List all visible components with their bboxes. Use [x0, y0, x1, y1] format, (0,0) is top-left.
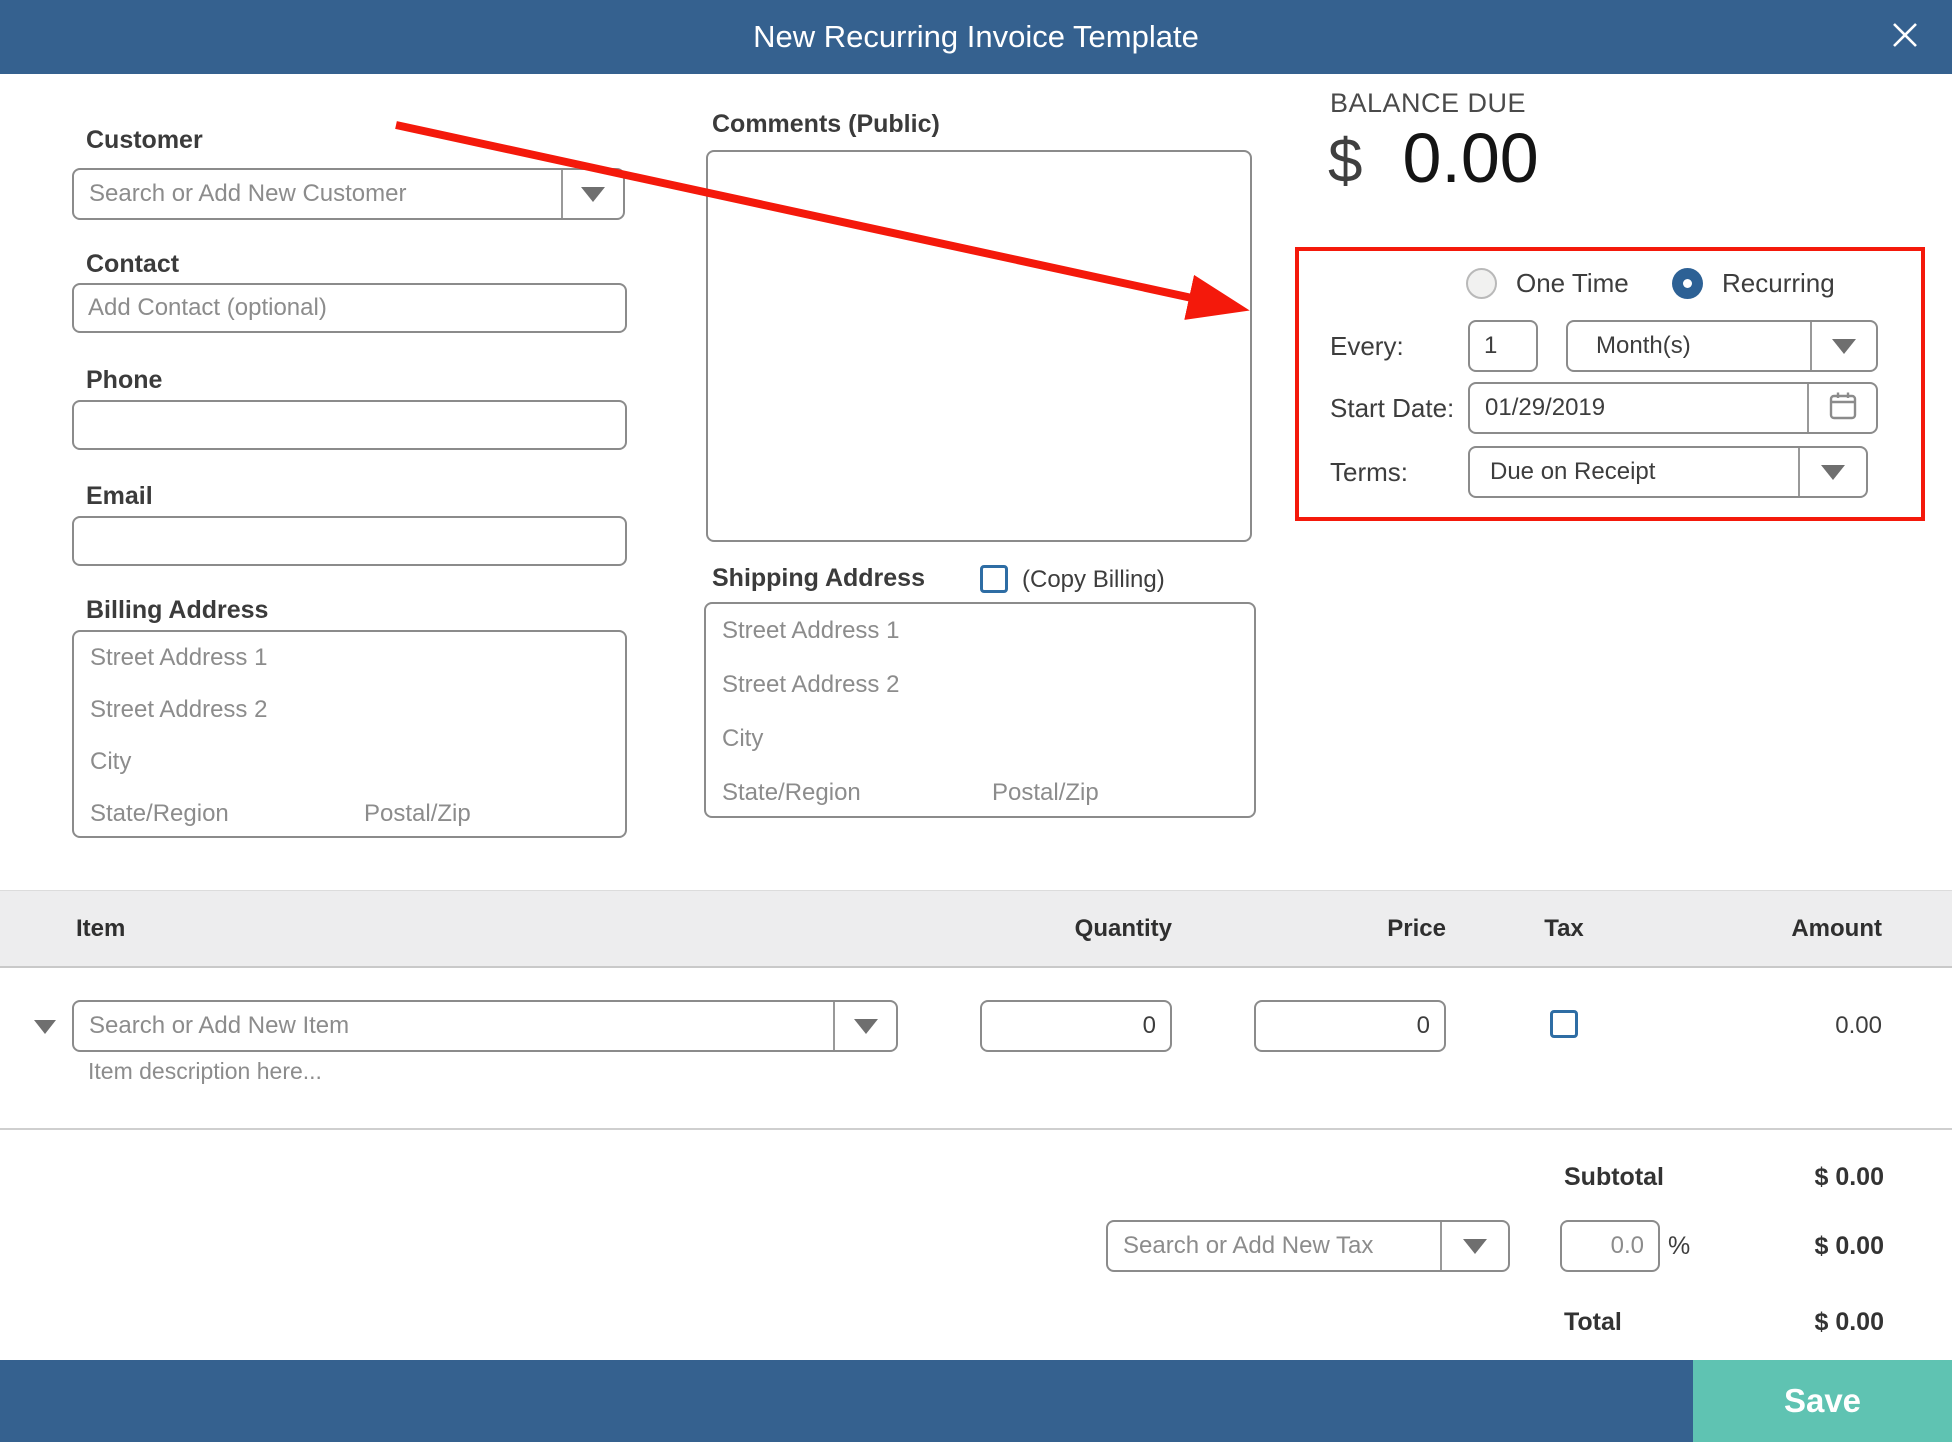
- phone-input[interactable]: [72, 400, 627, 450]
- billing-state-field[interactable]: State/Region: [90, 800, 229, 827]
- chevron-down-icon: [854, 1019, 878, 1034]
- tax-column-header: Tax: [1522, 891, 1606, 966]
- shipping-city-field[interactable]: City: [706, 712, 1254, 766]
- customer-select-placeholder: Search or Add New Customer: [74, 170, 561, 218]
- item-row-expander chevron-down-icon[interactable]: [34, 1020, 56, 1034]
- price-column-header: Price: [1387, 891, 1446, 966]
- shipping-street1-field[interactable]: Street Address 1: [706, 604, 1254, 658]
- item-select[interactable]: Search or Add New Item: [72, 1000, 898, 1052]
- billing-postal-field[interactable]: Postal/Zip: [364, 788, 471, 840]
- customer-select[interactable]: Search or Add New Customer: [72, 168, 625, 220]
- billing-street1-field[interactable]: Street Address 1: [74, 632, 625, 684]
- amount-column-header: Amount: [1791, 891, 1882, 966]
- item-description-placeholder[interactable]: Item description here...: [88, 1058, 322, 1085]
- save-button-label: Save: [1784, 1382, 1861, 1420]
- percent-label: %: [1668, 1220, 1690, 1272]
- items-table-header: Item Quantity Price Tax Amount: [0, 890, 1952, 968]
- subtotal-label: Subtotal: [1564, 1151, 1664, 1203]
- billing-street2-field[interactable]: Street Address 2: [74, 684, 625, 736]
- email-input[interactable]: [72, 516, 627, 566]
- calendar-icon: [1826, 389, 1860, 428]
- chevron-down-icon: [1832, 339, 1856, 354]
- phone-label: Phone: [86, 364, 162, 396]
- subtotal-value: $ 0.00: [1814, 1151, 1884, 1203]
- recurring-radio[interactable]: [1672, 268, 1703, 299]
- every-interval-input[interactable]: [1468, 320, 1538, 372]
- tax-checkbox[interactable]: [1550, 1010, 1578, 1038]
- shipping-address-label: Shipping Address: [712, 562, 925, 594]
- balance-due-amount: $0.00: [1328, 118, 1539, 198]
- tax-rate-input[interactable]: [1560, 1220, 1660, 1272]
- balance-currency: $: [1328, 127, 1362, 196]
- one-time-label: One Time: [1516, 268, 1629, 299]
- shipping-street2-field[interactable]: Street Address 2: [706, 658, 1254, 712]
- copy-billing-label: (Copy Billing): [1022, 565, 1165, 595]
- tax-select-arrow[interactable]: [1440, 1222, 1508, 1270]
- start-date-field[interactable]: 01/29/2019: [1468, 382, 1878, 434]
- start-date-value: 01/29/2019: [1470, 384, 1807, 432]
- balance-value: 0.00: [1402, 119, 1538, 197]
- copy-billing-checkbox[interactable]: [980, 565, 1008, 593]
- billing-state-postal-field[interactable]: State/Region Postal/Zip: [74, 788, 625, 840]
- shipping-postal-field[interactable]: Postal/Zip: [992, 766, 1099, 820]
- interval-unit-value: Month(s): [1568, 322, 1810, 370]
- chevron-down-icon: [581, 187, 605, 202]
- shipping-address-box[interactable]: Street Address 1 Street Address 2 City S…: [704, 602, 1256, 818]
- comments-label: Comments (Public): [712, 108, 940, 140]
- tax-select[interactable]: Search or Add New Tax: [1106, 1220, 1510, 1272]
- terms-select-arrow[interactable]: [1798, 448, 1866, 496]
- total-value: $ 0.00: [1814, 1296, 1884, 1348]
- every-label: Every:: [1330, 320, 1404, 372]
- chevron-down-icon: [1821, 465, 1845, 480]
- shipping-state-postal-field[interactable]: State/Region Postal/Zip: [706, 766, 1254, 820]
- billing-city-field[interactable]: City: [74, 736, 625, 788]
- email-label: Email: [86, 480, 153, 512]
- chevron-down-icon: [1463, 1239, 1487, 1254]
- quantity-column-header: Quantity: [1075, 891, 1172, 966]
- item-column-header: Item: [76, 891, 125, 966]
- contact-label: Contact: [86, 248, 179, 280]
- new-recurring-invoice-modal: New Recurring Invoice Template Customer …: [0, 0, 1952, 1442]
- close-icon: [1888, 18, 1922, 57]
- interval-unit-arrow[interactable]: [1810, 322, 1876, 370]
- balance-due-label: BALANCE DUE: [1330, 88, 1526, 119]
- modal-title: New Recurring Invoice Template: [0, 0, 1952, 74]
- terms-select[interactable]: Due on Receipt: [1468, 446, 1868, 498]
- customer-label: Customer: [86, 124, 203, 156]
- billing-address-label: Billing Address: [86, 594, 268, 626]
- comments-textarea[interactable]: [706, 150, 1252, 542]
- price-input[interactable]: [1254, 1000, 1446, 1052]
- customer-select-arrow[interactable]: [561, 170, 623, 218]
- interval-unit-select[interactable]: Month(s): [1566, 320, 1878, 372]
- table-bottom-divider: [0, 1128, 1952, 1130]
- close-button[interactable]: [1886, 18, 1924, 56]
- item-select-placeholder: Search or Add New Item: [74, 1002, 833, 1050]
- terms-label: Terms:: [1330, 446, 1408, 498]
- tax-amount-value: $ 0.00: [1814, 1220, 1884, 1272]
- total-label: Total: [1564, 1296, 1622, 1348]
- item-select-arrow[interactable]: [833, 1002, 896, 1050]
- modal-header: New Recurring Invoice Template: [0, 0, 1952, 74]
- recurring-label: Recurring: [1722, 268, 1835, 299]
- one-time-radio[interactable]: [1466, 268, 1497, 299]
- start-date-calendar-button[interactable]: [1807, 384, 1876, 432]
- tax-select-placeholder: Search or Add New Tax: [1108, 1222, 1440, 1270]
- amount-value: 0.00: [1835, 1000, 1882, 1052]
- footer-bar: [0, 1360, 1952, 1442]
- terms-value: Due on Receipt: [1470, 448, 1798, 496]
- contact-input[interactable]: [72, 283, 627, 333]
- quantity-input[interactable]: [980, 1000, 1172, 1052]
- shipping-state-field[interactable]: State/Region: [722, 779, 861, 806]
- billing-address-box[interactable]: Street Address 1 Street Address 2 City S…: [72, 630, 627, 838]
- save-button[interactable]: Save: [1693, 1360, 1952, 1442]
- start-date-label: Start Date:: [1330, 382, 1454, 434]
